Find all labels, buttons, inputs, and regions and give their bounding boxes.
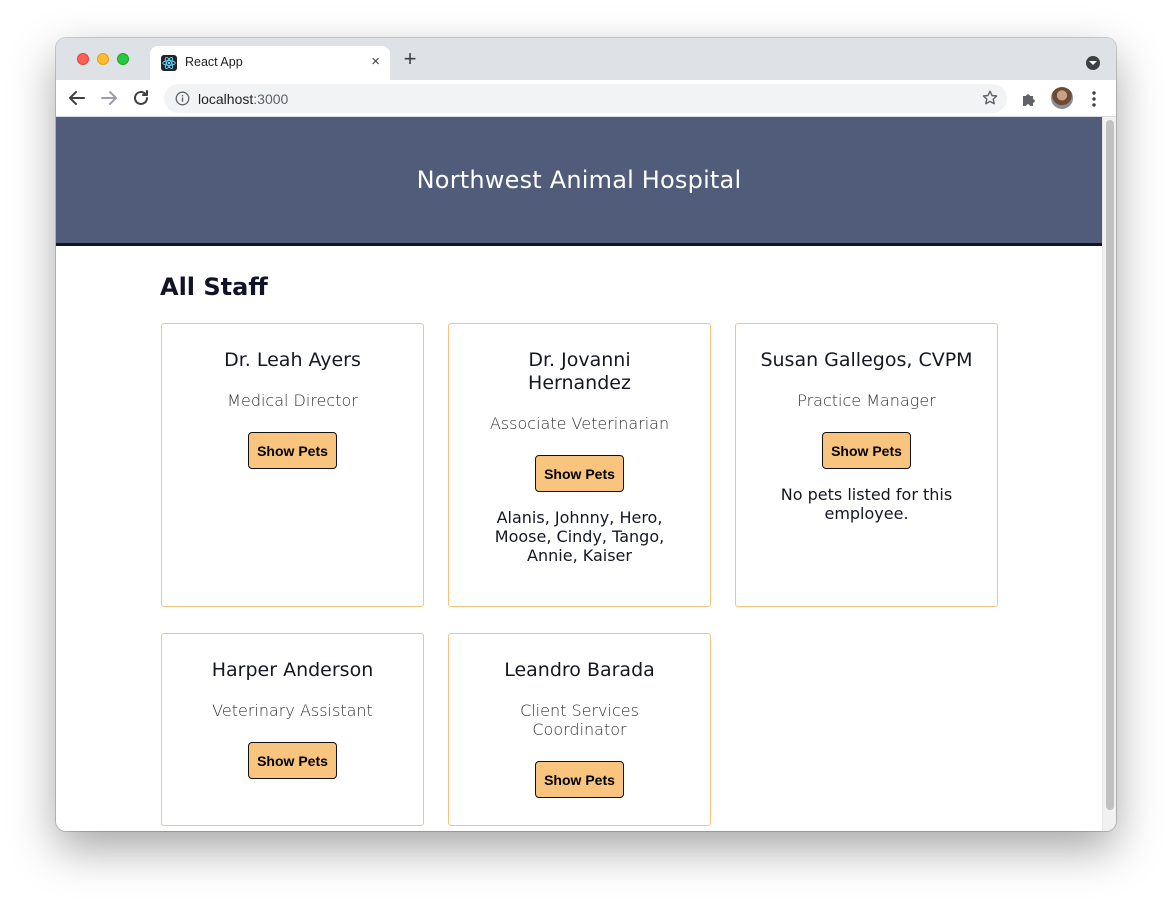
staff-card: Dr. Leah Ayers Medical Director Show Pet… (161, 323, 424, 607)
browser-toolbar: localhost:3000 (56, 80, 1116, 117)
address-bar[interactable]: localhost:3000 (164, 84, 1007, 113)
staff-role: Veterinary Assistant (212, 701, 373, 720)
tab-search-icon[interactable] (1086, 56, 1100, 70)
staff-role: Associate Veterinarian (489, 414, 670, 433)
more-menu-icon[interactable] (1087, 89, 1101, 109)
react-logo-icon (161, 55, 177, 71)
bookmark-star-icon[interactable] (981, 89, 999, 107)
info-icon[interactable] (175, 91, 190, 106)
staff-name: Harper Anderson (211, 659, 374, 681)
header-banner: Northwest Animal Hospital (56, 117, 1102, 246)
no-pets-message: No pets listed for this employee. (780, 485, 953, 523)
url-host: localhost (198, 91, 254, 107)
extensions-puzzle-icon[interactable] (1020, 90, 1038, 108)
section-title: All Staff (160, 273, 268, 301)
staff-card: Harper Anderson Veterinary Assistant Sho… (161, 633, 424, 826)
show-pets-button[interactable]: Show Pets (535, 455, 624, 492)
page-viewport: Northwest Animal Hospital All Staff Dr. … (56, 117, 1102, 831)
staff-name: Susan Gallegos, CVPM (760, 349, 973, 371)
url-text: localhost:3000 (198, 91, 288, 107)
show-pets-button[interactable]: Show Pets (248, 432, 337, 469)
staff-name: Dr. Leah Ayers (224, 349, 361, 371)
url-port: :3000 (253, 91, 289, 107)
minimize-window-button[interactable] (97, 53, 109, 65)
reload-icon[interactable] (129, 86, 153, 110)
page-title: Northwest Animal Hospital (416, 166, 742, 194)
tab-title: React App (185, 55, 243, 69)
new-tab-button[interactable]: + (400, 48, 420, 70)
close-window-button[interactable] (77, 53, 89, 65)
staff-role: Medical Director (227, 391, 358, 410)
staff-name: Leandro Barada (504, 659, 655, 681)
maximize-window-button[interactable] (117, 53, 129, 65)
tab-strip: React App × + (56, 38, 1116, 80)
page-scrollbar[interactable] (1102, 117, 1116, 831)
tab-close-icon[interactable]: × (371, 53, 380, 71)
browser-tab[interactable]: React App × (150, 46, 390, 80)
show-pets-button[interactable]: Show Pets (535, 761, 624, 798)
back-arrow-icon[interactable] (65, 86, 89, 110)
pets-list: Alanis, Johnny, Hero, Moose, Cindy, Tang… (494, 508, 665, 565)
staff-card: Dr. Jovanni Hernandez Associate Veterina… (448, 323, 711, 607)
browser-window: React App × + localhost:3000 Northwest A… (56, 38, 1116, 831)
show-pets-button[interactable]: Show Pets (822, 432, 911, 469)
staff-card: Leandro Barada Client Services Coordinat… (448, 633, 711, 826)
scrollbar-thumb[interactable] (1106, 120, 1114, 810)
profile-avatar[interactable] (1051, 87, 1073, 109)
forward-arrow-icon[interactable] (97, 86, 121, 110)
staff-role: Practice Manager (797, 391, 936, 410)
staff-role: Client Services Coordinator (520, 701, 639, 739)
staff-name: Dr. Jovanni Hernandez (528, 349, 631, 394)
staff-card: Susan Gallegos, CVPM Practice Manager Sh… (735, 323, 998, 607)
show-pets-button[interactable]: Show Pets (248, 742, 337, 779)
